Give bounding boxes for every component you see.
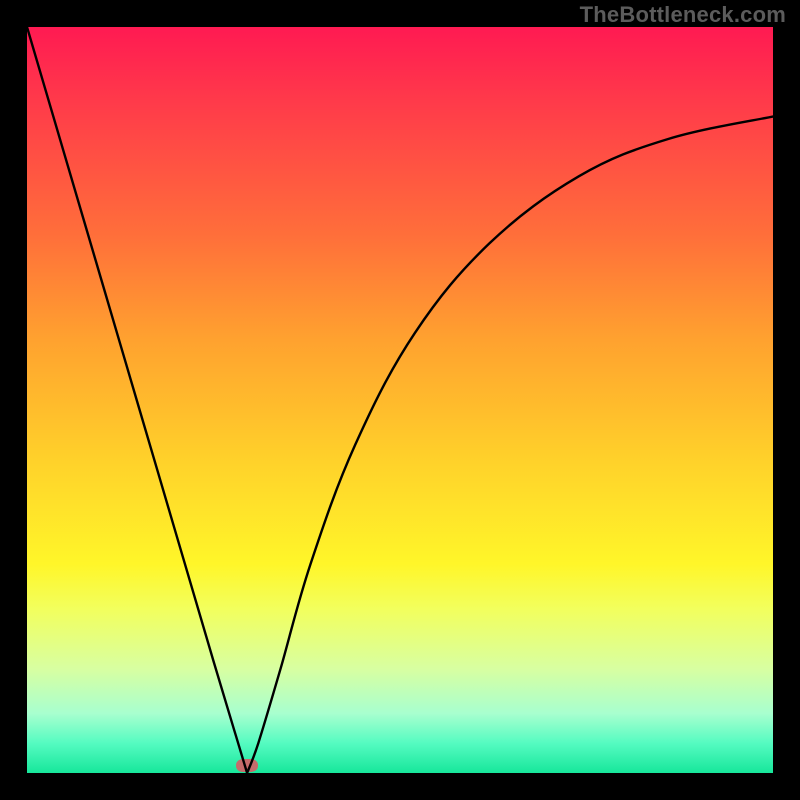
curve-left	[27, 27, 247, 773]
bottleneck-curve	[27, 27, 773, 773]
curve-right	[247, 117, 773, 774]
optimum-marker	[236, 759, 258, 772]
watermark-label: TheBottleneck.com	[580, 2, 786, 28]
chart-container: TheBottleneck.com	[0, 0, 800, 800]
plot-area	[27, 27, 773, 773]
